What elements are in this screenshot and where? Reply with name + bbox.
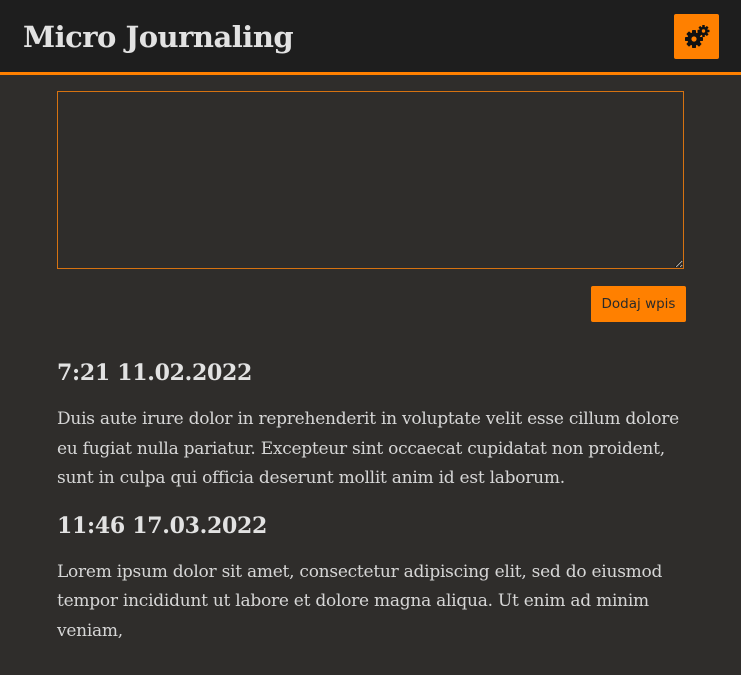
entry-text: Duis aute irure dolor in reprehenderit i… bbox=[57, 409, 679, 488]
entry-date: 11:46 17.03.2022 bbox=[57, 512, 267, 539]
add-entry-button[interactable]: Dodaj wpis bbox=[591, 286, 686, 322]
app-title: Micro Journaling bbox=[23, 20, 294, 54]
journal-entry: 11:46 17.03.2022 Lorem ipsum dolor sit a… bbox=[57, 506, 687, 647]
entry-text: Lorem ipsum dolor sit amet, consectetur … bbox=[57, 561, 663, 641]
journal-entry: 7:21 11.02.2022 Duis aute irure dolor in… bbox=[57, 353, 687, 494]
entries-list: 7:21 11.02.2022 Duis aute irure dolor in… bbox=[57, 353, 687, 658]
gears-icon bbox=[684, 24, 710, 50]
top-bar: Micro Journaling bbox=[0, 0, 741, 75]
entry-date: 7:21 11.02.2022 bbox=[57, 360, 252, 386]
journal-main: Dodaj wpis 7:21 11.02.2022 Duis aute iru… bbox=[0, 75, 741, 675]
entry-textarea[interactable] bbox=[57, 91, 684, 269]
settings-button[interactable] bbox=[674, 14, 719, 59]
